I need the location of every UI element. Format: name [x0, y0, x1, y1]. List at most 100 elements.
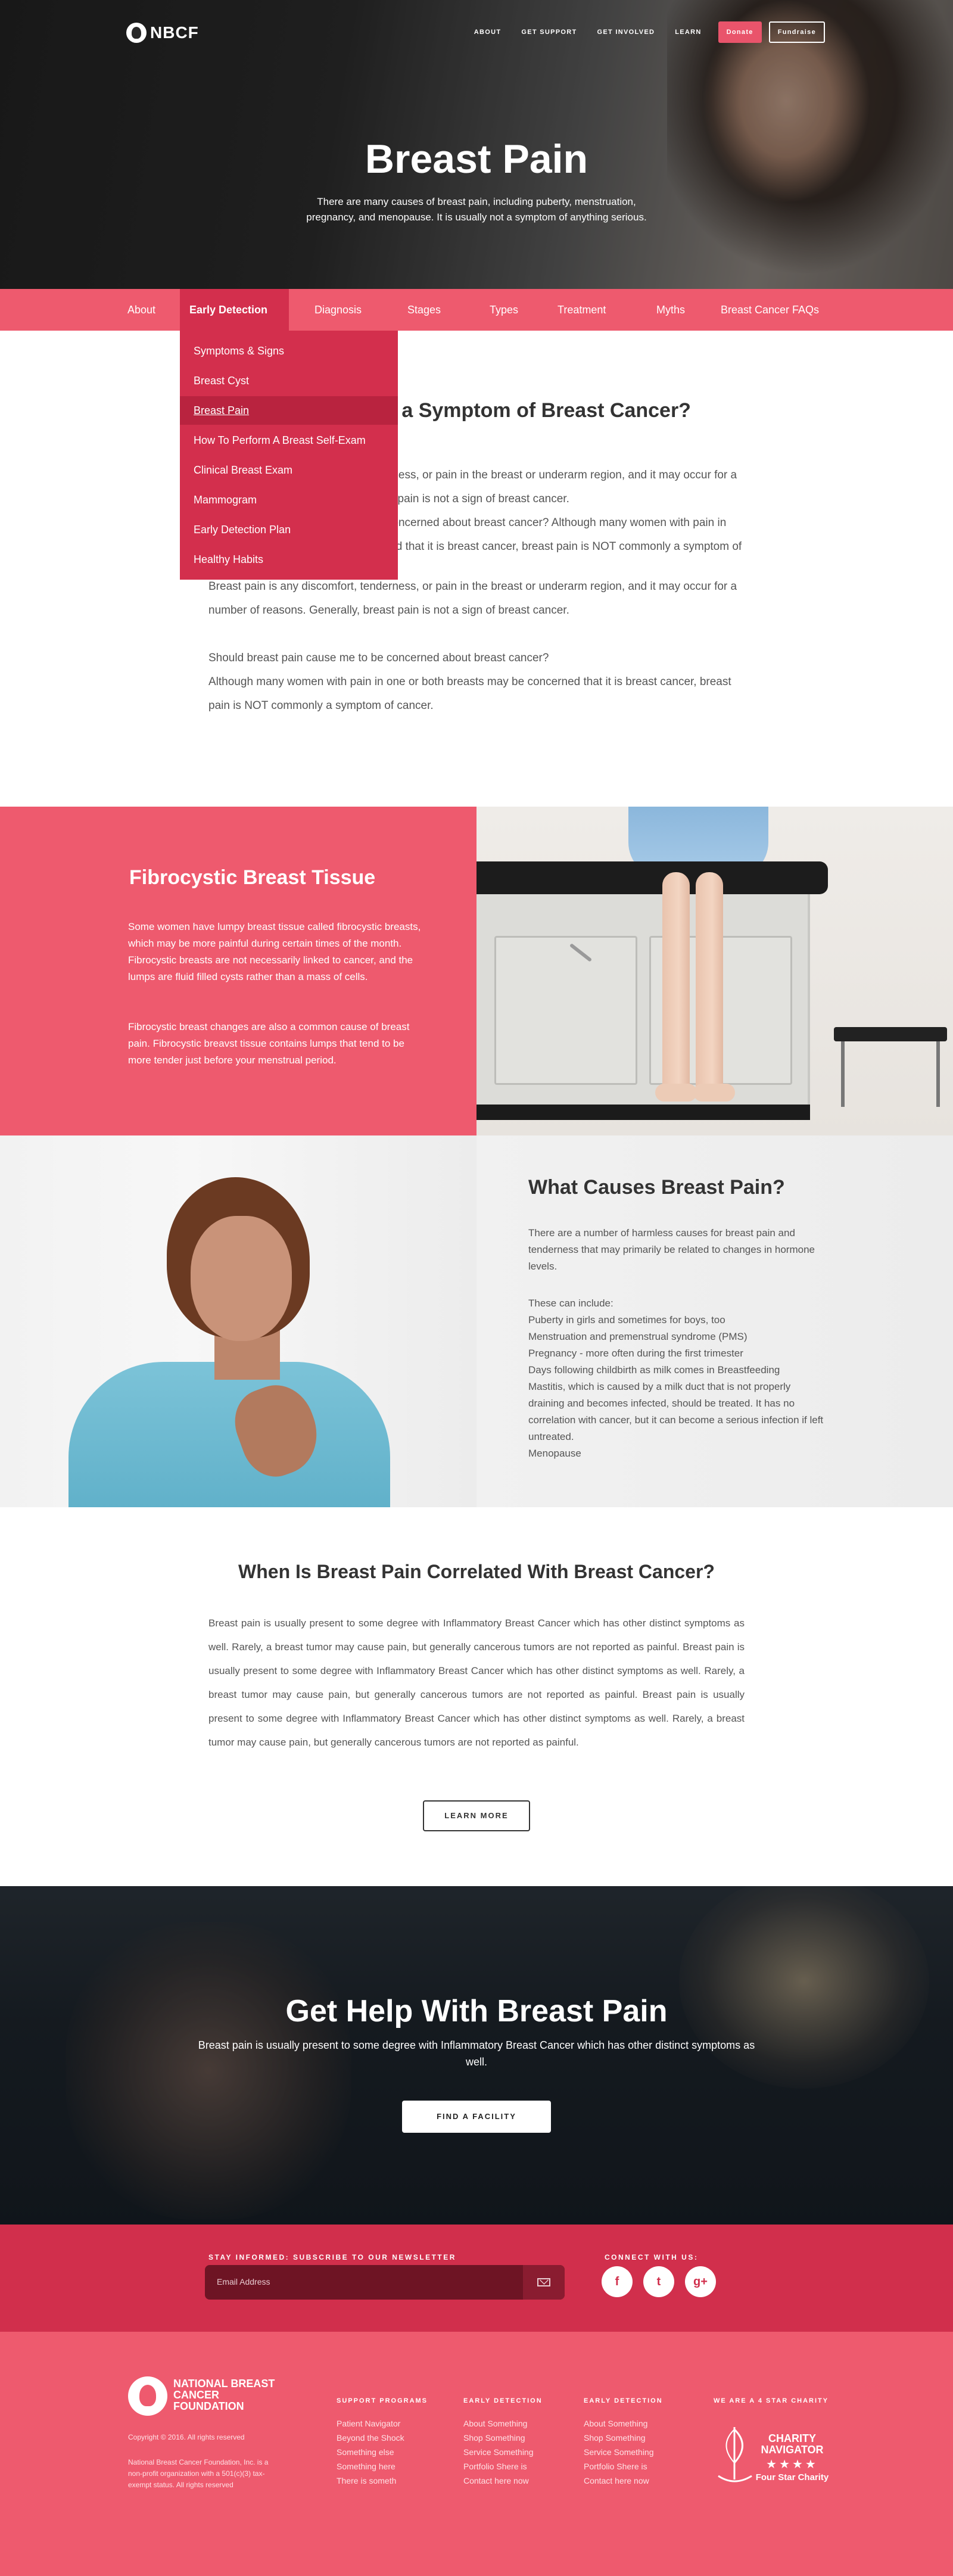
- subnav-early-detection[interactable]: Early Detection: [180, 289, 289, 331]
- top-nav: About Get Support Get Involved Learn Don…: [454, 21, 825, 43]
- footer-link[interactable]: Contact here now: [584, 2474, 654, 2488]
- dropdown-breast-cyst[interactable]: Breast Cyst: [180, 366, 398, 395]
- footer-logo-text[interactable]: National Breast Cancer Foundation: [173, 2378, 292, 2412]
- footer-link[interactable]: Contact here now: [463, 2474, 534, 2488]
- list-item: Menopause: [528, 1448, 581, 1459]
- footer-link[interactable]: Beyond the Shock: [337, 2431, 404, 2445]
- footer-col-list: About Something Shop Something Service S…: [463, 2416, 534, 2488]
- early-detection-dropdown: Symptoms & Signs Breast Cyst Breast Pain…: [180, 331, 398, 580]
- footer-col-list: About Something Shop Something Service S…: [584, 2416, 654, 2488]
- legal-text: National Breast Cancer Foundation, Inc. …: [128, 2458, 269, 2489]
- subnav-faqs[interactable]: Breast Cancer FAQs: [711, 289, 829, 331]
- charity-navigator-name: Charity Navigator: [761, 2432, 824, 2456]
- envelope-icon: [537, 2278, 550, 2286]
- dropdown-mammogram[interactable]: Mammogram: [180, 486, 398, 514]
- causes-list: These can include: Puberty in girls and …: [528, 1295, 826, 1462]
- find-facility-button[interactable]: Find A Facility: [402, 2101, 551, 2133]
- subnav-about[interactable]: About: [118, 289, 165, 331]
- subnav-types[interactable]: Types: [480, 289, 528, 331]
- charity-navigator-badge[interactable]: Charity Navigator ★★★★ Four Star Charity: [714, 2421, 833, 2487]
- footer-link[interactable]: Service Something: [463, 2445, 534, 2459]
- correlated-paragraph: Breast pain is usually present to some d…: [208, 1617, 745, 1748]
- fibrocystic-heading: Fibrocystic Breast Tissue: [129, 866, 376, 889]
- list-item: These can include:: [528, 1298, 613, 1309]
- copyright: Copyright © 2016. All rights reserved: [128, 2433, 245, 2441]
- correlated-heading: When Is Breast Pain Correlated With Brea…: [238, 1561, 715, 1582]
- dropdown-healthy-habits[interactable]: Healthy Habits: [180, 545, 398, 574]
- email-placeholder: Email Address: [217, 2277, 270, 2286]
- charity-rating-label: Four Star Charity: [755, 2472, 829, 2482]
- footer-link[interactable]: Service Something: [584, 2445, 654, 2459]
- list-item: Puberty in girls and sometimes for boys,…: [528, 1314, 725, 1326]
- facebook-icon[interactable]: f: [602, 2266, 633, 2297]
- exam-table-image: [476, 807, 953, 1135]
- footer-col-title: Early Detection: [584, 2397, 663, 2404]
- subscribe-button[interactable]: [523, 2265, 565, 2300]
- list-item: Menstruation and premenstrual syndrome (…: [528, 1331, 748, 1342]
- subnav-treatment[interactable]: Treatment: [548, 289, 615, 331]
- footer-link[interactable]: Shop Something: [584, 2431, 654, 2445]
- logo-icon: [126, 23, 147, 43]
- intro-answer: Although many women with pain in one or …: [208, 676, 731, 712]
- email-field[interactable]: Email Address: [205, 2265, 565, 2300]
- donate-button[interactable]: Donate: [718, 21, 762, 43]
- dropdown-breast-pain[interactable]: Breast Pain: [180, 396, 398, 425]
- footer-link[interactable]: Something else: [337, 2445, 404, 2459]
- dropdown-symptoms[interactable]: Symptoms & Signs: [180, 337, 398, 365]
- list-item: Mastitis, which is caused by a milk duct…: [528, 1381, 824, 1442]
- hero: NBCF About Get Support Get Involved Lear…: [0, 0, 953, 289]
- footer-link[interactable]: There is someth: [337, 2474, 404, 2488]
- subnav-stages[interactable]: Stages: [398, 289, 450, 331]
- nav-get-involved[interactable]: Get Involved: [597, 29, 655, 36]
- list-item: Days following childbirth as milk comes …: [528, 1364, 780, 1376]
- google-plus-icon[interactable]: g+: [685, 2266, 716, 2297]
- woman-image: [0, 1135, 476, 1507]
- subnav-diagnosis[interactable]: Diagnosis: [305, 289, 371, 331]
- help-text: Breast pain is usually present to some d…: [198, 2039, 755, 2068]
- help-section: Get Help With Breast Pain Breast pain is…: [0, 1886, 953, 2225]
- intro-question: Should breast pain cause me to be concer…: [208, 652, 549, 664]
- footer-link[interactable]: Portfolio Shere is: [463, 2459, 534, 2474]
- charity-rating-title: We Are A 4 Star Charity: [714, 2397, 829, 2404]
- footer-link[interactable]: Something here: [337, 2459, 404, 2474]
- footer-logo-icon[interactable]: [128, 2376, 167, 2416]
- footer: National Breast Cancer Foundation Copyri…: [0, 2332, 953, 2576]
- newsletter-label: Stay Informed: Subscribe To Our Newslett…: [208, 2253, 456, 2261]
- nav-get-support[interactable]: Get Support: [521, 29, 577, 36]
- fibrocystic-paragraph-2: Fibrocystic breast changes are also a co…: [128, 1021, 410, 1066]
- connect-label: Connect With Us:: [605, 2253, 699, 2261]
- learn-more-button[interactable]: Learn More: [423, 1800, 530, 1831]
- fibrocystic-section: Fibrocystic Breast Tissue Some women hav…: [0, 807, 476, 1135]
- causes-section: What Causes Breast Pain? There are a num…: [0, 1135, 953, 1507]
- subnav-myths[interactable]: Myths: [647, 289, 694, 331]
- nav-about[interactable]: About: [474, 29, 502, 36]
- logo-text: NBCF: [150, 23, 199, 42]
- footer-col-title: Early Detection: [463, 2397, 543, 2404]
- charity-navigator-icon: [718, 2427, 752, 2482]
- causes-lead: There are a number of harmless causes fo…: [528, 1227, 815, 1272]
- footer-col-title: Support Programs: [337, 2397, 428, 2404]
- list-item: Pregnancy - more often during the first …: [528, 1348, 743, 1359]
- fibrocystic-paragraph-1: Some women have lumpy breast tissue call…: [128, 921, 421, 982]
- page-title: Breast Pain: [365, 136, 588, 182]
- footer-link[interactable]: Patient Navigator: [337, 2416, 404, 2431]
- footer-link[interactable]: About Something: [463, 2416, 534, 2431]
- help-heading: Get Help With Breast Pain: [285, 1994, 668, 2029]
- causes-heading: What Causes Breast Pain?: [528, 1176, 785, 1199]
- section-nav: About Early Detection Diagnosis Stages T…: [0, 289, 953, 331]
- footer-link[interactable]: About Something: [584, 2416, 654, 2431]
- fundraise-button[interactable]: Fundraise: [768, 21, 825, 43]
- nav-learn[interactable]: Learn: [675, 29, 701, 36]
- footer-col-list: Patient Navigator Beyond the Shock Somet…: [337, 2416, 404, 2488]
- dropdown-clinical-exam[interactable]: Clinical Breast Exam: [180, 456, 398, 484]
- intro-paragraph-3: Breast pain is any discomfort, tendernes…: [208, 580, 737, 617]
- dropdown-detection-plan[interactable]: Early Detection Plan: [180, 515, 398, 544]
- footer-link[interactable]: Shop Something: [463, 2431, 534, 2445]
- footer-link[interactable]: Portfolio Shere is: [584, 2459, 654, 2474]
- page-subtitle: There are many causes of breast pain, in…: [306, 196, 647, 223]
- newsletter-bar: Stay Informed: Subscribe To Our Newslett…: [0, 2225, 953, 2332]
- dropdown-self-exam[interactable]: How To Perform A Breast Self-Exam: [180, 426, 398, 455]
- twitter-icon[interactable]: t: [643, 2266, 674, 2297]
- star-rating: ★★★★: [766, 2458, 818, 2471]
- logo[interactable]: NBCF: [126, 23, 199, 43]
